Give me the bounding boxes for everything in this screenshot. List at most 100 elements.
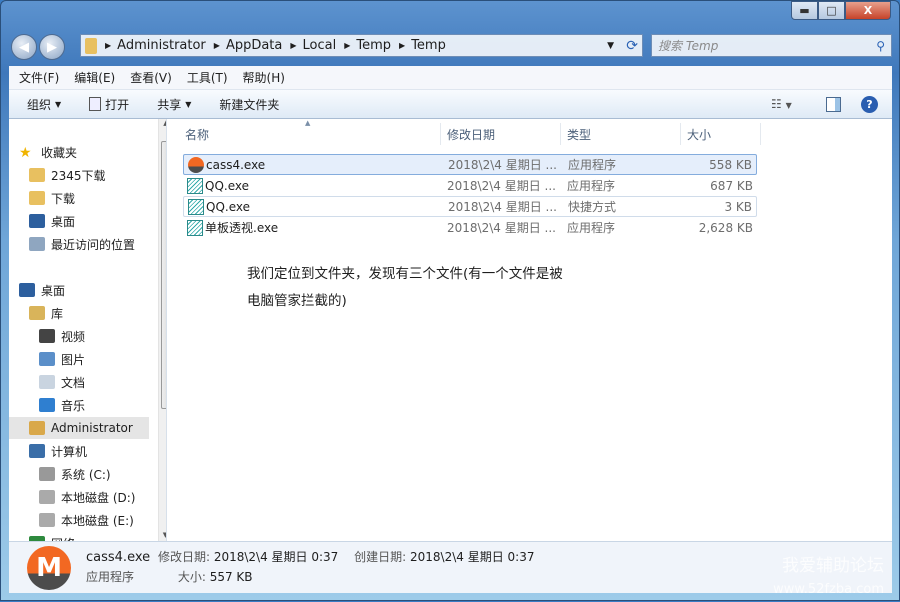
nav-item[interactable]: 最近访问的位置 [9, 233, 149, 255]
view-options-button[interactable]: ☷ ▼ [771, 97, 792, 111]
scroll-down-icon[interactable]: ▼ [159, 531, 166, 539]
details-file-name: cass4.exe [86, 550, 151, 565]
nav-item[interactable]: 本地磁盘 (E:) [9, 509, 149, 531]
nav-item[interactable]: ★ 收藏夹 [9, 141, 149, 163]
file-row[interactable]: QQ.exe 2018\2\4 星期日 ... 应用程序 687 KB [183, 175, 757, 196]
nav-item[interactable]: 桌面 [9, 210, 149, 232]
file-type: 应用程序 [567, 221, 616, 235]
nav-scrollbar[interactable]: ▲▼ [158, 119, 166, 541]
download-folder-icon [29, 191, 45, 205]
help-icon[interactable]: ? [861, 95, 878, 113]
nav-item[interactable]: 本地磁盘 (D:) [9, 486, 149, 508]
annotation-text: 我们定位到文件夹，发现有三个文件(有一个文件是被 电脑管家拦截的) [247, 261, 627, 315]
column-header-name[interactable]: 名称 [179, 123, 441, 145]
file-name: 单板透视.exe [205, 221, 279, 235]
details-pane: M cass4.exe 修改日期: 2018\2\4 星期日 0:37 创建日期… [9, 541, 892, 597]
preview-pane-icon[interactable] [826, 96, 841, 112]
close-button[interactable]: X [845, 1, 891, 20]
new-folder-label: 新建文件夹 [219, 97, 280, 112]
nav-item[interactable]: Administrator [9, 417, 149, 439]
column-header-size[interactable]: 大小 [681, 123, 761, 145]
open-label: 打开 [105, 97, 130, 112]
nav-item[interactable]: 文档 [9, 371, 149, 393]
chevron-down-icon: ▼ [185, 99, 192, 109]
breadcrumb-administrator[interactable]: ▶ Administrator [105, 38, 206, 53]
search-input[interactable]: 搜索 Temp ⚲ [651, 34, 892, 57]
menu-bar: 文件(F) 编辑(E) 查看(V) 工具(T) 帮助(H) [9, 66, 892, 90]
scroll-up-icon[interactable]: ▲ [159, 119, 166, 127]
menu-tools[interactable]: 工具(T) [187, 69, 228, 86]
nav-item[interactable]: 音乐 [9, 394, 149, 416]
breadcrumb-local[interactable]: ▶ Local [290, 38, 336, 53]
forward-button[interactable]: ▶ [39, 34, 65, 60]
breadcrumb-temp-current[interactable]: ▶ Temp [399, 38, 446, 53]
nav-item-label: 音乐 [61, 398, 86, 413]
menu-edit[interactable]: 编辑(E) [74, 69, 115, 86]
file-size: 687 KB [710, 178, 753, 193]
maximize-button[interactable]: □ [818, 1, 845, 20]
file-list: ▲ 名称 修改日期 类型 大小 cass4.exe 2018\2\4 星期日 ..… [167, 119, 892, 541]
watermark: 我爱辅助论坛 www.52fzba.com [773, 554, 884, 602]
annotation-line: 电脑管家拦截的) [247, 293, 347, 309]
nav-item-label: 系统 (C:) [61, 467, 111, 482]
address-bar[interactable]: ▶ Administrator ▶ AppData ▶ Local ▶ Temp ▶ Te… [80, 34, 643, 57]
watermark-url: www.52fzba.com [773, 582, 884, 597]
nav-item-label: 下载 [51, 191, 76, 206]
minimize-button[interactable]: ▬ [791, 1, 818, 20]
open-button[interactable]: 打开 [89, 96, 129, 113]
file-type: 应用程序 [567, 179, 616, 193]
nav-item[interactable]: 视频 [9, 325, 149, 347]
file-type: 应用程序 [568, 158, 617, 172]
address-dropdown-icon[interactable]: ▼ [607, 41, 614, 51]
nav-item[interactable]: 计算机 [9, 440, 149, 462]
refresh-icon[interactable]: ⟳ [626, 38, 638, 54]
computer-icon [29, 444, 45, 458]
file-size: 3 KB [724, 199, 752, 214]
file-name: cass4.exe [206, 157, 266, 172]
file-row[interactable]: 单板透视.exe 2018\2\4 星期日 ... 应用程序 2,628 KB [183, 217, 757, 238]
nav-item[interactable]: 图片 [9, 348, 149, 370]
file-date: 2018\2\4 星期日 ... [448, 200, 557, 214]
nav-item-label: 图片 [61, 352, 86, 367]
file-size: 2,628 KB [698, 220, 753, 235]
nav-item-label: 桌面 [51, 214, 76, 229]
nav-item-label: 文档 [61, 375, 86, 390]
details-created: 2018\2\4 星期日 0:37 [410, 550, 535, 564]
star-icon: ★ [19, 145, 32, 161]
organize-button[interactable]: 组织 ▼ [27, 96, 61, 113]
file-row[interactable]: QQ.exe 2018\2\4 星期日 ... 快捷方式 3 KB [183, 196, 757, 217]
column-header-date[interactable]: 修改日期 [441, 123, 561, 145]
breadcrumb-temp[interactable]: ▶ Temp [344, 38, 391, 53]
new-folder-button[interactable]: 新建文件夹 [219, 96, 279, 113]
nav-item[interactable]: 系统 (C:) [9, 463, 149, 485]
column-header-type[interactable]: 类型 [561, 123, 681, 145]
share-button[interactable]: 共享 ▼ [157, 96, 191, 113]
breadcrumb-appdata[interactable]: ▶ AppData [214, 38, 283, 53]
nav-item-label: 计算机 [51, 444, 88, 459]
menu-view[interactable]: 查看(V) [130, 69, 172, 86]
details-modified: 2018\2\4 星期日 0:37 [213, 550, 339, 564]
user-folder-icon [29, 421, 45, 435]
app-icon [187, 219, 203, 236]
menu-help[interactable]: 帮助(H) [243, 69, 285, 86]
file-row[interactable]: cass4.exe 2018\2\4 星期日 ... 应用程序 558 KB [183, 154, 757, 175]
nav-item[interactable]: 2345下载 [9, 164, 149, 186]
crumb-label: Temp [356, 38, 392, 53]
open-icon [89, 97, 102, 111]
nav-item-label: 最近访问的位置 [51, 237, 136, 252]
details-size-label: 大小: [177, 570, 206, 584]
nav-item[interactable]: 库 [9, 302, 149, 324]
nav-item-label: 视频 [61, 329, 86, 344]
search-icon[interactable]: ⚲ [876, 39, 885, 53]
music-icon [39, 398, 55, 412]
file-size: 558 KB [709, 157, 752, 172]
crumb-label: Local [302, 38, 337, 53]
details-size: 557 KB [209, 570, 253, 584]
details-created-label: 创建日期: [354, 550, 407, 564]
back-button[interactable]: ◀ [11, 34, 37, 60]
drive-icon [39, 513, 55, 527]
nav-item[interactable]: 桌面 [9, 279, 149, 301]
nav-item[interactable]: 网络 [9, 532, 149, 541]
nav-item[interactable]: 下载 [9, 187, 149, 209]
menu-file[interactable]: 文件(F) [19, 69, 59, 86]
